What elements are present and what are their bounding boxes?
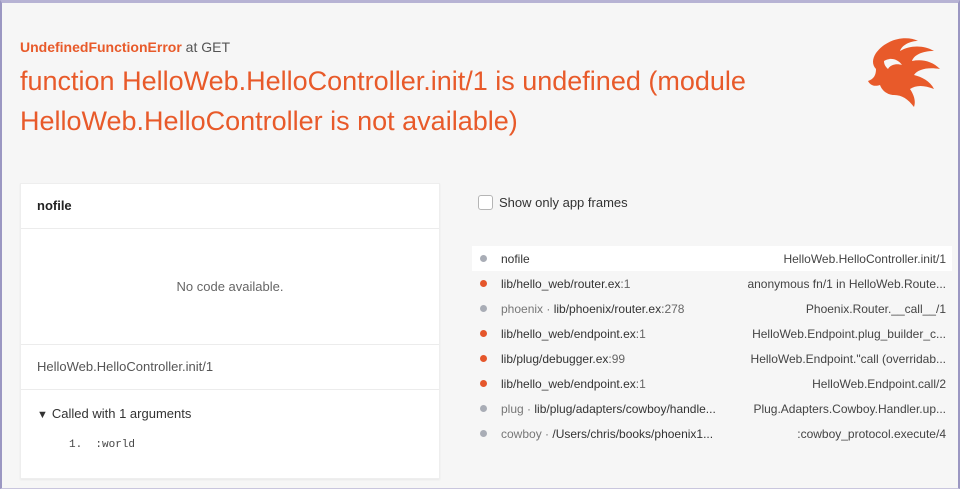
- frame-file: lib/phoenix/router.ex: [553, 301, 662, 316]
- frame-location: nofile: [501, 252, 530, 266]
- frame-function: HelloWeb.HelloController.init/1: [783, 251, 946, 266]
- frame-location: lib/hello_web/router.ex:1: [501, 277, 630, 291]
- error-message: function HelloWeb.HelloController.init/1…: [20, 66, 746, 136]
- frame-file: lib/hello_web/router.ex: [501, 276, 621, 291]
- no-code-message: No code available.: [21, 229, 439, 345]
- frame-function: HelloWeb.Endpoint."call (overridab...: [750, 351, 946, 366]
- frame-location: cowboy · /Users/chris/books/phoenix1...: [501, 427, 713, 441]
- frame-file: lib/plug/adapters/cowboy/handle...: [534, 401, 716, 416]
- stack-frame-row[interactable]: lib/plug/debugger.ex:99 HelloWeb.Endpoint…: [472, 346, 952, 371]
- error-page: UndefinedFunctionError at GET function H…: [0, 0, 960, 489]
- frame-function: anonymous fn/1 in HelloWeb.Route...: [747, 276, 946, 291]
- frame-line: :278: [661, 301, 685, 316]
- frame-line: :1: [620, 276, 631, 291]
- frame-line: :1: [635, 326, 646, 341]
- app-frames-label: Show only app frames: [499, 195, 628, 210]
- code-file-name: nofile: [21, 184, 439, 229]
- stack-frame-row[interactable]: lib/hello_web/endpoint.ex:1 HelloWeb.Endp…: [472, 321, 952, 346]
- frame-app-name: phoenix ·: [501, 301, 554, 316]
- app-frame-dot-icon: [480, 280, 487, 287]
- triangle-down-icon: ▼: [37, 409, 48, 421]
- stack-frames-list: nofile HelloWeb.HelloController.init/1 lib…: [472, 246, 952, 446]
- error-type: UndefinedFunctionError: [20, 39, 182, 55]
- error-header: UndefinedFunctionError at GET function H…: [20, 39, 880, 141]
- stack-frame-row[interactable]: lib/hello_web/endpoint.ex:1 HelloWeb.Endp…: [472, 371, 952, 396]
- frame-app-name: plug ·: [501, 401, 535, 416]
- error-context: at GET: [185, 39, 231, 55]
- frame-line: :99: [608, 351, 626, 366]
- frame-app-name: cowboy ·: [501, 426, 553, 441]
- lib-frame-dot-icon: [480, 305, 487, 312]
- stack-frame-row[interactable]: plug · lib/plug/adapters/cowboy/handle..…: [472, 396, 952, 421]
- stack-frame-row[interactable]: phoenix · lib/phoenix/router.ex:278 Phoen…: [472, 296, 952, 321]
- frame-function: HelloWeb.Endpoint.call/2: [812, 376, 946, 391]
- frame-function: HelloWeb.Endpoint.plug_builder_c...: [752, 326, 946, 341]
- frame-file: lib/plug/debugger.ex: [501, 351, 609, 366]
- frame-line: :1: [635, 376, 646, 391]
- app-frame-dot-icon: [480, 380, 487, 387]
- frame-function: :cowboy_protocol.execute/4: [797, 426, 946, 441]
- lib-frame-dot-icon: [480, 255, 487, 262]
- stack-frame-row[interactable]: lib/hello_web/router.ex:1 anonymous fn/1 …: [472, 271, 952, 296]
- frame-file: nofile: [501, 251, 530, 266]
- lib-frame-dot-icon: [480, 430, 487, 437]
- frame-file: /Users/chris/books/phoenix1...: [552, 426, 714, 441]
- frame-file: lib/hello_web/endpoint.ex: [501, 376, 636, 391]
- frame-function: Plug.Adapters.Cowboy.Handler.up...: [753, 401, 946, 416]
- app-frame-dot-icon: [480, 330, 487, 337]
- app-frames-checkbox[interactable]: [478, 195, 493, 210]
- frame-function: Phoenix.Router.__call__/1: [805, 301, 946, 316]
- frame-location: lib/hello_web/endpoint.ex:1: [501, 377, 646, 391]
- frame-location: lib/plug/debugger.ex:99: [501, 352, 625, 366]
- code-panel: nofile No code available. HelloWeb.Hello…: [20, 183, 440, 479]
- args-toggle[interactable]: ▼ Called with 1 arguments: [21, 390, 439, 421]
- app-frame-dot-icon: [480, 355, 487, 362]
- stack-frame-row[interactable]: nofile HelloWeb.HelloController.init/1: [472, 246, 952, 271]
- app-frames-filter[interactable]: Show only app frames: [478, 195, 628, 210]
- frame-location: plug · lib/plug/adapters/cowboy/handle..…: [501, 402, 716, 416]
- code-function-name: HelloWeb.HelloController.init/1: [21, 345, 439, 390]
- lib-frame-dot-icon: [480, 405, 487, 412]
- frame-file: lib/hello_web/endpoint.ex: [501, 326, 636, 341]
- frame-location: lib/hello_web/endpoint.ex:1: [501, 327, 646, 341]
- phoenix-logo-icon: [858, 33, 948, 109]
- frame-location: phoenix · lib/phoenix/router.ex:278: [501, 302, 684, 316]
- arg-item: 1. :world: [69, 439, 136, 451]
- error-type-line: UndefinedFunctionError at GET: [20, 39, 880, 55]
- stack-frame-row[interactable]: cowboy · /Users/chris/books/phoenix1...:…: [472, 421, 952, 446]
- args-toggle-label: Called with 1 arguments: [51, 406, 192, 421]
